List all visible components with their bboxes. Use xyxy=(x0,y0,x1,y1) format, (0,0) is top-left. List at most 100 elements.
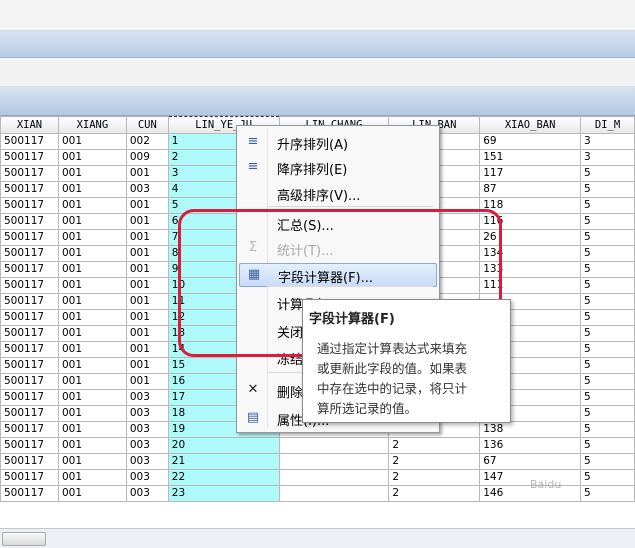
table-cell[interactable]: 500117 xyxy=(0,325,59,342)
table-cell[interactable] xyxy=(278,437,390,454)
menu-item[interactable]: ≡ 降序排列(E) xyxy=(239,156,435,178)
table-cell[interactable]: 001 xyxy=(125,293,169,310)
column-header-xiao-ban[interactable]: XIAO_BAN xyxy=(479,116,582,134)
table-cell[interactable] xyxy=(278,453,390,470)
table-cell[interactable]: 500117 xyxy=(0,421,59,438)
table-cell[interactable]: 003 xyxy=(125,421,169,438)
table-cell[interactable]: 500117 xyxy=(0,357,59,374)
table-cell[interactable]: 001 xyxy=(125,325,169,342)
table-cell[interactable]: 500117 xyxy=(0,133,59,150)
table-cell[interactable]: 500117 xyxy=(0,277,59,294)
table-cell[interactable]: 500117 xyxy=(0,437,59,454)
table-cell[interactable]: 500117 xyxy=(0,149,59,166)
table-cell[interactable]: 500117 xyxy=(0,485,59,502)
table-cell[interactable]: 001 xyxy=(125,357,169,374)
table-cell[interactable]: 003 xyxy=(125,437,169,454)
table-cell[interactable]: 5 xyxy=(580,469,635,486)
table-cell[interactable]: 001 xyxy=(57,213,127,230)
table-cell[interactable]: 003 xyxy=(125,469,169,486)
table-cell[interactable]: 001 xyxy=(57,341,127,358)
table-cell[interactable]: 001 xyxy=(57,485,127,502)
table-cell[interactable]: 001 xyxy=(125,341,169,358)
table-cell[interactable] xyxy=(278,485,390,502)
table-cell[interactable]: 117 xyxy=(479,165,582,182)
table-cell[interactable]: 003 xyxy=(125,453,169,470)
menu-item[interactable]: ≡ 升序排列(A) xyxy=(239,131,435,153)
table-cell[interactable]: 003 xyxy=(125,181,169,198)
table-cell[interactable]: 3 xyxy=(580,149,635,166)
table-cell[interactable]: 5 xyxy=(580,197,635,214)
table-cell[interactable]: 20 xyxy=(167,437,280,454)
table-cell[interactable]: 23 xyxy=(167,485,280,502)
table-cell[interactable]: 001 xyxy=(57,469,127,486)
table-cell[interactable]: 001 xyxy=(125,197,169,214)
table-cell[interactable]: 003 xyxy=(125,389,169,406)
table-cell[interactable]: 001 xyxy=(57,197,127,214)
table-cell[interactable]: 500117 xyxy=(0,309,59,326)
table-cell[interactable]: 001 xyxy=(57,261,127,278)
table-cell[interactable]: 001 xyxy=(125,213,169,230)
table-cell[interactable]: 5 xyxy=(580,213,635,230)
table-cell[interactable]: 2 xyxy=(388,437,481,454)
table-cell[interactable]: 5 xyxy=(580,277,635,294)
table-cell[interactable]: 001 xyxy=(57,309,127,326)
table-cell[interactable]: 001 xyxy=(57,149,127,166)
table-cell[interactable]: 87 xyxy=(479,181,582,198)
table-cell[interactable]: 67 xyxy=(479,453,582,470)
table-cell[interactable]: 5 xyxy=(580,181,635,198)
table-cell[interactable]: 5 xyxy=(580,229,635,246)
column-header-xiang[interactable]: XIANG xyxy=(57,116,127,134)
table-cell[interactable]: 151 xyxy=(479,149,582,166)
table-cell[interactable]: 2 xyxy=(388,469,481,486)
table-cell[interactable]: 500117 xyxy=(0,229,59,246)
table-cell[interactable]: 2 xyxy=(388,485,481,502)
table-cell[interactable]: 5 xyxy=(580,437,635,454)
table-cell[interactable]: 002 xyxy=(125,133,169,150)
table-cell[interactable]: 003 xyxy=(125,485,169,502)
table-cell[interactable]: 001 xyxy=(57,389,127,406)
column-header-di-m[interactable]: DI_M xyxy=(580,116,635,134)
table-cell[interactable]: 500117 xyxy=(0,373,59,390)
table-cell[interactable]: 001 xyxy=(57,133,127,150)
table-cell[interactable]: 5 xyxy=(580,245,635,262)
column-header-cun[interactable]: CUN xyxy=(125,116,169,134)
table-row[interactable]: 500117 001 003 21 2 67 5 xyxy=(0,453,635,470)
table-cell[interactable]: 500117 xyxy=(0,213,59,230)
table-cell[interactable]: 69 xyxy=(479,133,582,150)
table-cell[interactable]: 003 xyxy=(125,405,169,422)
table-cell[interactable] xyxy=(278,469,390,486)
table-cell[interactable]: 5 xyxy=(580,325,635,342)
table-cell[interactable]: 500117 xyxy=(0,181,59,198)
table-cell[interactable]: 009 xyxy=(125,149,169,166)
table-cell[interactable]: 22 xyxy=(167,469,280,486)
horizontal-scrollbar[interactable] xyxy=(0,528,635,548)
menu-item[interactable]: 高级排序(V)... xyxy=(239,182,435,204)
table-cell[interactable]: 001 xyxy=(125,309,169,326)
table-cell[interactable]: 5 xyxy=(580,309,635,326)
table-cell[interactable]: 001 xyxy=(57,181,127,198)
table-cell[interactable]: 001 xyxy=(125,165,169,182)
table-cell[interactable]: 500117 xyxy=(0,341,59,358)
table-cell[interactable]: 5 xyxy=(580,485,635,502)
table-cell[interactable]: 001 xyxy=(57,229,127,246)
table-cell[interactable]: 5 xyxy=(580,261,635,278)
table-cell[interactable]: 5 xyxy=(580,453,635,470)
table-cell[interactable]: 500117 xyxy=(0,165,59,182)
table-cell[interactable]: 138 xyxy=(479,421,582,438)
table-cell[interactable]: 5 xyxy=(580,165,635,182)
table-cell[interactable]: 500117 xyxy=(0,261,59,278)
table-cell[interactable]: 3 xyxy=(580,133,635,150)
table-cell[interactable]: 001 xyxy=(57,357,127,374)
table-cell[interactable]: 5 xyxy=(580,389,635,406)
table-cell[interactable]: 001 xyxy=(57,453,127,470)
table-cell[interactable]: 500117 xyxy=(0,245,59,262)
table-cell[interactable]: 001 xyxy=(125,229,169,246)
table-cell[interactable]: 5 xyxy=(580,405,635,422)
table-cell[interactable]: 500117 xyxy=(0,293,59,310)
table-cell[interactable]: 500117 xyxy=(0,197,59,214)
table-cell[interactable]: 001 xyxy=(125,373,169,390)
table-row[interactable]: 500117 001 003 20 2 136 5 xyxy=(0,437,635,454)
table-cell[interactable]: 001 xyxy=(125,261,169,278)
table-cell[interactable]: 500117 xyxy=(0,469,59,486)
table-cell[interactable]: 001 xyxy=(125,277,169,294)
